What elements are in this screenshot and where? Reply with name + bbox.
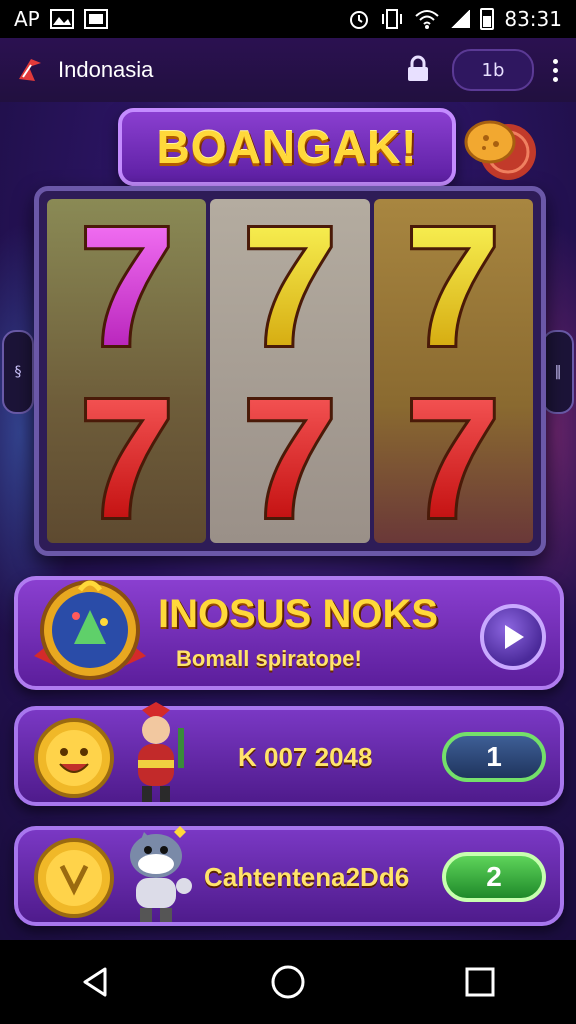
- win-banner: BOANGAK!: [118, 108, 456, 186]
- reel-symbol-text: 7: [406, 377, 501, 537]
- battery-icon: [480, 8, 495, 30]
- reel-symbol-text: 7: [243, 377, 338, 537]
- row-button-1[interactable]: 1: [442, 732, 546, 782]
- photo-icon: [83, 9, 108, 29]
- reel-symbol-text: 7: [243, 205, 338, 365]
- side-right-label: ‖: [554, 364, 562, 380]
- medal-icon: [34, 580, 146, 680]
- reel-symbol-text: 7: [79, 377, 174, 537]
- shark-character-icon: [130, 826, 192, 922]
- side-button-left[interactable]: §: [2, 330, 34, 414]
- reel: 77: [373, 199, 533, 543]
- reward-row[interactable]: Cahtentena2Dd6 2: [14, 826, 564, 926]
- row-text: K 007 2048: [238, 742, 373, 772]
- back-icon[interactable]: [66, 952, 126, 1012]
- coin-icon: [34, 718, 114, 798]
- row-button-2[interactable]: 2: [442, 852, 546, 902]
- status-time: 83:31: [504, 7, 562, 31]
- wifi-icon: [415, 10, 440, 29]
- reel-symbol: 7: [240, 377, 341, 537]
- vibrate-icon: [382, 9, 403, 29]
- treat-icon: [464, 120, 536, 180]
- counter-pill[interactable]: 1b: [452, 49, 534, 91]
- app-title: Indonasia: [58, 57, 154, 82]
- row-text: Cahtentena2Dd6: [204, 862, 410, 892]
- bonus-bar[interactable]: INOSUS NOKS Bomall spiratope!: [14, 576, 564, 690]
- reel-symbol: 7: [76, 205, 177, 365]
- slot-reels[interactable]: 77 77 77: [34, 186, 546, 556]
- bonus-title: INOSUS NOKS: [158, 592, 439, 636]
- character-icon: [138, 702, 184, 802]
- status-bar: AP 83:31: [0, 0, 576, 38]
- status-right: 83:31: [348, 7, 562, 31]
- reward-row[interactable]: K 007 2048 1: [14, 702, 564, 806]
- bonus-subtitle: Bomall spiratope!: [176, 646, 362, 671]
- side-button-right[interactable]: ‖: [542, 330, 574, 414]
- reel-symbol-text: 7: [79, 205, 174, 365]
- play-icon: [505, 625, 524, 649]
- side-left-label: §: [14, 364, 22, 380]
- signal-icon: [450, 10, 471, 28]
- play-button[interactable]: [480, 604, 546, 670]
- reel-symbol: 7: [403, 205, 504, 365]
- lock-icon[interactable]: [402, 54, 434, 86]
- status-left: AP: [14, 7, 108, 31]
- home-icon[interactable]: [258, 952, 318, 1012]
- status-left-text: AP: [14, 7, 40, 31]
- banner-text: BOANGAK!: [156, 121, 418, 173]
- nav-bar: [0, 940, 576, 1024]
- reel-symbol: 7: [240, 205, 341, 365]
- game-stage: § ‖ BOANGAK! 77 77 77 INOSUS NOKS Bomall…: [0, 102, 576, 940]
- recents-icon[interactable]: [450, 952, 510, 1012]
- reel-symbol: 7: [403, 377, 504, 537]
- app-logo-icon[interactable]: [14, 54, 46, 86]
- image-icon: [49, 9, 74, 29]
- reel-symbol-text: 7: [406, 205, 501, 365]
- reel-symbol: 7: [76, 377, 177, 537]
- coin-icon: [34, 838, 114, 918]
- app-bar: Indonasia 1b: [0, 38, 576, 102]
- reel: 77: [47, 199, 207, 543]
- reel: 77: [210, 199, 370, 543]
- more-vert-icon[interactable]: [548, 58, 562, 82]
- alarm-icon: [350, 11, 369, 29]
